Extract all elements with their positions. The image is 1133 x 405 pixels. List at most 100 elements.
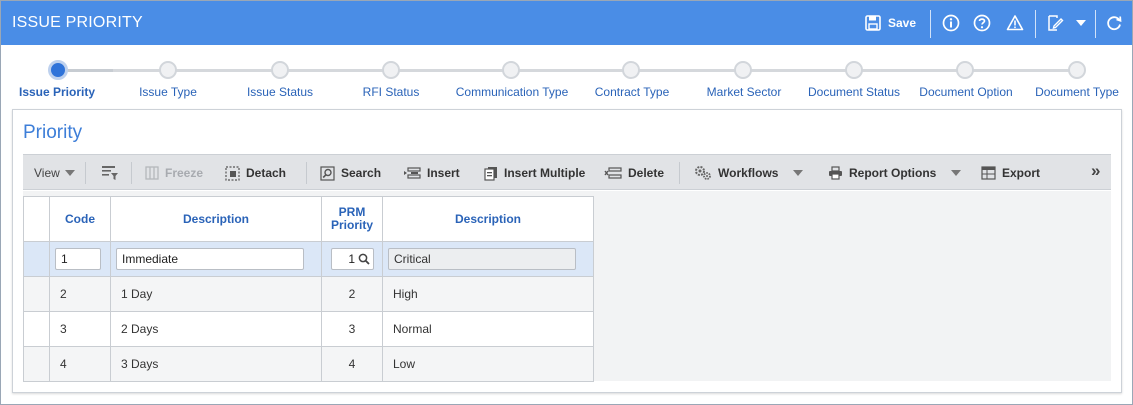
toolbar-divider — [1035, 10, 1036, 38]
priority-panel: Priority View Freeze Detach Search Inser… — [12, 109, 1122, 393]
insert-multiple-icon — [484, 166, 497, 181]
step-dot-market-sector[interactable] — [734, 61, 752, 79]
page-title: ISSUE PRIORITY — [12, 14, 143, 31]
save-button[interactable]: Save — [865, 13, 916, 33]
step-dot-issue-priority[interactable] — [48, 60, 68, 80]
chevron-down-icon — [951, 170, 962, 176]
prm-description-cell[interactable]: High — [382, 276, 594, 312]
table-row[interactable]: 3 2 Days 3 Normal — [23, 311, 594, 347]
chevron-down-icon — [64, 170, 75, 176]
toolbar-divider — [306, 162, 307, 184]
step-document-option[interactable]: Document Option — [919, 85, 1012, 99]
row-selector[interactable] — [23, 241, 50, 277]
progress-track — [57, 69, 1077, 72]
grid-toolbar: View Freeze Detach Search Insert Insert … — [23, 154, 1111, 190]
export-label: Export — [1002, 166, 1041, 180]
report-options-menu[interactable]: Report Options — [828, 165, 962, 181]
step-communication-type[interactable]: Communication Type — [456, 85, 569, 99]
step-dot-issue-type[interactable] — [159, 61, 177, 79]
toolbar-divider — [679, 162, 680, 184]
step-issue-priority[interactable]: Issue Priority — [19, 85, 95, 99]
freeze-label: Freeze — [165, 166, 204, 180]
step-dot-document-status[interactable] — [845, 61, 863, 79]
prm-description-cell[interactable]: Low — [382, 346, 594, 382]
column-header-description[interactable]: Description — [110, 196, 322, 242]
description-input[interactable]: Immediate — [116, 248, 304, 270]
workflows-menu[interactable]: Workflows — [694, 165, 804, 181]
step-rfi-status[interactable]: RFI Status — [363, 85, 420, 99]
filter-button[interactable] — [101, 165, 125, 181]
table-header: Code Description PRM Priority Descriptio… — [23, 196, 594, 242]
step-issue-type[interactable]: Issue Type — [139, 85, 197, 99]
row-selector[interactable] — [23, 276, 50, 312]
warning-icon[interactable] — [1006, 13, 1024, 33]
insert-button[interactable]: Insert — [403, 165, 460, 181]
panel-title: Priority — [23, 122, 83, 143]
row-selector-header — [23, 196, 50, 242]
table-row[interactable]: 2 1 Day 2 High — [23, 276, 594, 312]
description-cell[interactable]: 1 Day — [110, 276, 322, 312]
prm-description-field: Critical — [388, 248, 576, 270]
row-selector[interactable] — [23, 346, 50, 382]
step-document-type[interactable]: Document Type — [1035, 85, 1119, 99]
prm-priority-cell[interactable]: 4 — [321, 346, 383, 382]
step-issue-status[interactable]: Issue Status — [247, 85, 313, 99]
detach-button[interactable]: Detach — [225, 165, 286, 181]
prm-priority-lookup[interactable]: 1 — [331, 248, 374, 270]
delete-row-icon — [604, 167, 622, 179]
description-cell[interactable]: 2 Days — [110, 311, 322, 347]
prm-header-line2: Priority — [330, 218, 373, 232]
step-dot-document-option[interactable] — [956, 61, 974, 79]
prm-header-line1: PRM — [338, 205, 366, 219]
prm-priority-cell[interactable]: 2 — [321, 276, 383, 312]
workflows-label: Workflows — [718, 166, 779, 180]
table-row[interactable]: 4 3 Days 4 Low — [23, 346, 594, 382]
filter-icon — [102, 166, 118, 180]
step-dot-contract-type[interactable] — [622, 61, 640, 79]
chevron-down-icon — [793, 170, 804, 176]
code-cell[interactable]: 2 — [49, 276, 111, 312]
step-market-sector[interactable]: Market Sector — [707, 85, 782, 99]
delete-label: Delete — [628, 166, 665, 180]
freeze-button[interactable]: Freeze — [145, 165, 203, 181]
chevron-down-icon[interactable] — [1076, 20, 1086, 27]
description-cell[interactable]: 3 Days — [110, 346, 322, 382]
search-label: Search — [341, 166, 382, 180]
code-input[interactable]: 1 — [55, 248, 101, 270]
printer-icon — [829, 166, 842, 180]
export-button[interactable]: Export — [981, 165, 1040, 181]
table-row-editing[interactable]: 1 Immediate 1 Critical — [23, 241, 594, 277]
refresh-icon[interactable] — [1105, 13, 1123, 33]
prm-priority-cell[interactable]: 3 — [321, 311, 383, 347]
search-button[interactable]: Search — [320, 165, 381, 181]
search-icon — [320, 165, 335, 181]
code-cell[interactable]: 4 — [49, 346, 111, 382]
lookup-search-icon[interactable] — [358, 253, 370, 265]
prm-priority-value: 1 — [348, 252, 355, 266]
row-selector[interactable] — [23, 311, 50, 347]
column-header-prm-description[interactable]: Description — [382, 196, 594, 242]
export-icon — [981, 166, 996, 180]
delete-button[interactable]: Delete — [604, 165, 664, 181]
code-cell[interactable]: 3 — [49, 311, 111, 347]
insert-multiple-button[interactable]: Insert Multiple — [484, 165, 585, 181]
view-menu[interactable]: View — [34, 165, 75, 181]
edit-icon[interactable] — [1046, 13, 1064, 33]
step-dot-issue-status[interactable] — [271, 61, 289, 79]
step-dot-document-type[interactable] — [1068, 61, 1086, 79]
info-icon[interactable] — [942, 13, 960, 33]
column-header-code[interactable]: Code — [49, 196, 111, 242]
step-dot-rfi-status[interactable] — [382, 61, 400, 79]
step-document-status[interactable]: Document Status — [808, 85, 900, 99]
title-bar: ISSUE PRIORITY Save — [1, 1, 1132, 45]
freeze-icon — [145, 166, 159, 180]
step-contract-type[interactable]: Contract Type — [595, 85, 669, 99]
prm-description-cell[interactable]: Normal — [382, 311, 594, 347]
toolbar-divider — [930, 10, 931, 38]
save-label: Save — [888, 16, 917, 30]
column-header-prm-priority[interactable]: PRM Priority — [321, 196, 383, 242]
help-icon[interactable] — [973, 13, 991, 33]
step-dot-communication-type[interactable] — [502, 61, 520, 79]
gears-icon — [695, 166, 711, 180]
more-tools-button[interactable]: » — [1091, 161, 1100, 180]
